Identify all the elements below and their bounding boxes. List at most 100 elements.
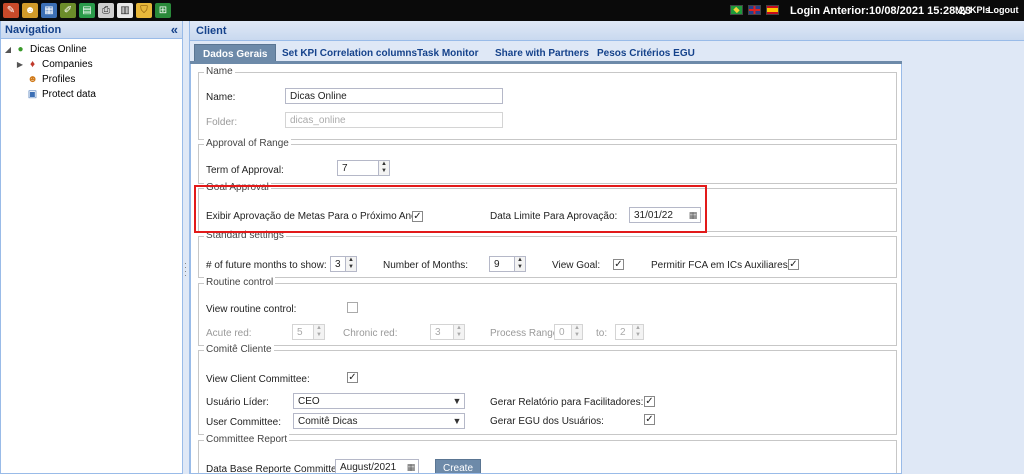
protect-data-icon: ▣ — [27, 89, 38, 100]
calendar-trigger-icon[interactable]: ▦ — [404, 460, 418, 473]
navigation-title: Navigation — [5, 24, 62, 36]
flag-uk-icon[interactable] — [748, 5, 761, 15]
navigation-tree: ◢ ● Dicas Online ▶ ♦ Companies ☻ Profile… — [1, 39, 182, 102]
flag-spain-icon[interactable] — [766, 5, 779, 15]
view-committee-checkbox[interactable]: ✓ — [347, 372, 358, 383]
empty-area — [903, 64, 1024, 474]
view-routine-checkbox[interactable] — [347, 302, 358, 313]
folder-input — [285, 112, 503, 128]
process-range-from-stepper: 0 ▲ ▼ — [554, 324, 583, 340]
last-login-info: Login Anterior:10/08/2021 15:28:23 — [790, 5, 972, 17]
user-committee-label: User Committee: — [206, 417, 282, 428]
form-area: Name Name: Folder: Approval of Range Ter… — [190, 64, 902, 474]
stepper-value[interactable]: 9 — [489, 256, 515, 272]
user-committee-select[interactable]: Comitê Dicas ▼ — [293, 413, 465, 429]
section-legend: Routine control — [204, 277, 276, 288]
client-panel: Client Dados Gerais Set KPI Correlation … — [189, 21, 1024, 474]
logout-link[interactable]: Logout — [988, 5, 1019, 15]
select-value[interactable]: CEO — [294, 394, 450, 408]
future-months-label: # of future months to show: — [206, 260, 327, 271]
chronic-red-stepper: 3 ▲ ▼ — [430, 324, 465, 340]
future-months-stepper[interactable]: 3 ▲ ▼ — [330, 256, 357, 272]
stepper-value: 2 — [615, 324, 633, 340]
chevron-down-icon[interactable]: ▼ — [450, 414, 464, 428]
fca-label: Permitir FCA em ICs Auxiliares: — [651, 260, 791, 271]
section-legend: Comitê Cliente — [204, 344, 274, 355]
pen-icon[interactable]: ✐ — [60, 3, 76, 18]
report-date-field[interactable]: August/2021 ▦ — [335, 459, 419, 473]
tree-item-label: Dicas Online — [30, 44, 87, 55]
excel-icon[interactable]: ⊞ — [155, 3, 171, 18]
chronic-red-label: Chronic red: — [343, 328, 398, 339]
my-kpis-link[interactable]: My KPIs — [955, 5, 990, 15]
stepper-arrows-icon: ▲ ▼ — [572, 324, 583, 340]
term-approval-label: Term of Approval: — [206, 165, 284, 176]
select-value[interactable]: Comitê Dicas — [294, 414, 450, 428]
acute-red-stepper: 5 ▲ ▼ — [292, 324, 325, 340]
client-header: Client — [190, 21, 1024, 41]
tree-collapsed-icon[interactable]: ▶ — [16, 60, 24, 69]
tab-dados-gerais[interactable]: Dados Gerais — [194, 44, 277, 62]
flag-brazil-icon[interactable] — [730, 5, 743, 15]
stepper-arrows-icon: ▲ ▼ — [633, 324, 644, 340]
tools-icon[interactable]: ✎ — [3, 3, 19, 18]
view-goal-label: View Goal: — [552, 260, 601, 271]
collapse-navigation-button[interactable]: « — [171, 22, 178, 37]
document-icon[interactable]: ▥ — [117, 3, 133, 18]
tab-kpi-correlation[interactable]: Set KPI Correlation columns — [274, 44, 425, 62]
standard-settings-section: Standard settings # of future months to … — [198, 230, 897, 278]
name-input[interactable] — [285, 88, 503, 104]
view-goal-checkbox[interactable]: ✓ — [613, 259, 624, 270]
name-section: Name Name: Folder: — [198, 66, 897, 140]
print-icon[interactable]: ⎙ — [98, 3, 114, 18]
language-flags — [730, 5, 779, 15]
tree-item-profiles[interactable]: ☻ Profiles — [1, 72, 182, 87]
stepper-value: 0 — [554, 324, 572, 340]
section-legend: Committee Report — [204, 434, 290, 445]
companies-icon: ♦ — [29, 59, 36, 70]
tab-task-monitor[interactable]: Task Monitor — [409, 44, 486, 62]
goal-approval-highlight — [194, 185, 707, 233]
number-months-label: Number of Months: — [383, 260, 469, 271]
toolbar-icons: ✎ ☻ ▦ ✐ ▤ ⎙ ▥ ⛉ ⊞ — [3, 3, 171, 18]
egu-users-label: Gerar EGU dos Usuários: — [490, 416, 604, 427]
chart-icon[interactable]: ▤ — [79, 3, 95, 18]
client-committee-section: Comitê Cliente View Client Committee: ✓ … — [198, 344, 897, 435]
shield-icon[interactable]: ⛉ — [136, 3, 152, 18]
users-icon[interactable]: ☻ — [22, 3, 38, 18]
splitter-grip-icon[interactable]: · · · · — [184, 259, 187, 280]
egu-users-checkbox[interactable]: ✓ — [644, 414, 655, 425]
term-approval-stepper[interactable]: 7 ▲ ▼ — [337, 160, 390, 176]
calendar-icon[interactable]: ▦ — [41, 3, 57, 18]
client-tabs: Dados Gerais Set KPI Correlation columns… — [190, 42, 1024, 62]
approval-range-section: Approval of Range Term of Approval: 7 ▲ ▼ — [198, 138, 897, 184]
stepper-arrows-icon[interactable]: ▲ ▼ — [346, 256, 357, 272]
stepper-value[interactable]: 3 — [330, 256, 346, 272]
process-range-label: Process Range: — [490, 328, 562, 339]
chevron-down-icon[interactable]: ▼ — [450, 394, 464, 408]
create-report-button[interactable]: Create — [435, 459, 482, 473]
report-date-label: Data Base Reporte Committe: — [206, 464, 340, 474]
facilitators-report-label: Gerar Relatório para Facilitadores: — [490, 397, 644, 408]
tab-share-partners[interactable]: Share with Partners — [487, 44, 597, 62]
folder-label: Folder: — [206, 117, 238, 128]
tree-item-protect-data[interactable]: ▣ Protect data — [1, 87, 182, 102]
stepper-arrows-icon[interactable]: ▲ ▼ — [379, 160, 390, 176]
tree-expanded-icon[interactable]: ◢ — [4, 45, 12, 54]
stepper-value[interactable]: 7 — [337, 160, 379, 176]
leader-select[interactable]: CEO ▼ — [293, 393, 465, 409]
number-months-stepper[interactable]: 9 ▲ ▼ — [489, 256, 526, 272]
stepper-arrows-icon[interactable]: ▲ ▼ — [515, 256, 526, 272]
profiles-icon: ☻ — [27, 74, 38, 85]
navigation-header: Navigation « — [1, 21, 182, 39]
tab-pesos-egu[interactable]: Pesos Critérios EGU — [589, 44, 703, 62]
process-range-to-stepper: 2 ▲ ▼ — [615, 324, 644, 340]
stepper-arrows-icon: ▲ ▼ — [314, 324, 325, 340]
tree-item-companies[interactable]: ▶ ♦ Companies — [1, 57, 182, 72]
tree-item-dicas-online[interactable]: ◢ ● Dicas Online — [1, 42, 182, 57]
tree-item-label: Companies — [42, 59, 93, 70]
fca-checkbox[interactable]: ✓ — [788, 259, 799, 270]
leader-label: Usuário Líder: — [206, 397, 269, 408]
facilitators-report-checkbox[interactable]: ✓ — [644, 396, 655, 407]
date-value[interactable]: August/2021 — [336, 460, 404, 473]
